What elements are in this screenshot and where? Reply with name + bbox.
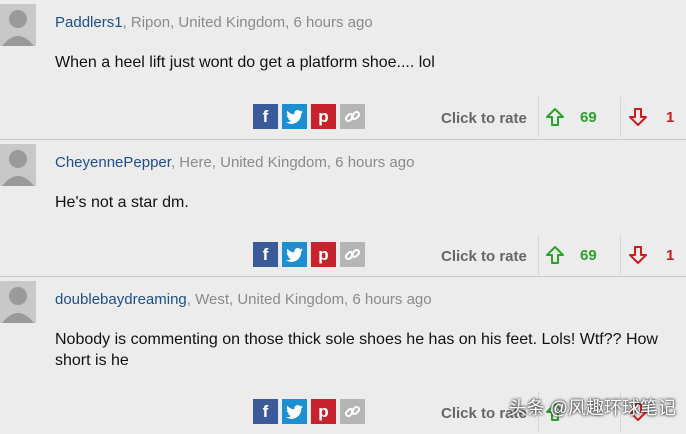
pinterest-share-button[interactable]: p bbox=[311, 104, 336, 129]
downvote-count: 1 bbox=[666, 247, 675, 264]
username-link[interactable]: CheyennePepper bbox=[55, 154, 171, 171]
twitter-bird-icon bbox=[286, 247, 303, 262]
comment-actions: f p Click to rate 69 1 bbox=[0, 233, 686, 277]
username-link[interactable]: doublebaydreaming bbox=[55, 291, 187, 308]
comment-meta: Paddlers1, Ripon, United Kingdom, 6 hour… bbox=[55, 14, 373, 31]
share-buttons: f p bbox=[253, 104, 365, 129]
twitter-bird-icon bbox=[286, 109, 303, 124]
comment-location-time: , Here, United Kingdom, 6 hours ago bbox=[170, 154, 415, 171]
twitter-bird-icon bbox=[286, 404, 303, 419]
twitter-share-button[interactable] bbox=[282, 104, 307, 129]
upvote-count: 69 bbox=[580, 109, 597, 126]
twitter-share-button[interactable] bbox=[282, 399, 307, 424]
share-buttons: f p bbox=[253, 242, 365, 267]
copy-link-button[interactable] bbox=[340, 242, 365, 267]
facebook-share-button[interactable]: f bbox=[253, 104, 278, 129]
avatar-silhouette-icon bbox=[0, 4, 36, 46]
divider bbox=[538, 97, 539, 137]
divider bbox=[620, 235, 621, 275]
avatar[interactable] bbox=[0, 144, 36, 186]
link-icon bbox=[344, 248, 361, 261]
comment-location-time: , Ripon, United Kingdom, 6 hours ago bbox=[122, 14, 373, 31]
avatar-silhouette-icon bbox=[0, 281, 36, 323]
watermark: 头条 @风趣环球笔记 bbox=[508, 398, 676, 418]
facebook-share-button[interactable]: f bbox=[253, 242, 278, 267]
pinterest-share-button[interactable]: p bbox=[311, 399, 336, 424]
share-buttons: f p bbox=[253, 399, 365, 424]
link-icon bbox=[344, 405, 361, 418]
twitter-share-button[interactable] bbox=[282, 242, 307, 267]
arrow-down-icon bbox=[629, 246, 647, 264]
arrow-down-icon bbox=[629, 108, 647, 126]
click-to-rate-label: Click to rate bbox=[441, 110, 527, 127]
comment-text: When a heel lift just wont do get a plat… bbox=[55, 54, 435, 71]
downvote-count: 1 bbox=[666, 109, 675, 126]
thumbs-up-button[interactable] bbox=[545, 107, 565, 132]
divider bbox=[538, 235, 539, 275]
comment-actions: f p Click to rate 69 1 bbox=[0, 95, 686, 139]
facebook-share-button[interactable]: f bbox=[253, 399, 278, 424]
avatar-silhouette-icon bbox=[0, 144, 36, 186]
comment-meta: doublebaydreaming, West, United Kingdom,… bbox=[55, 291, 432, 308]
comment-text: Nobody is commenting on those thick sole… bbox=[55, 331, 658, 369]
click-to-rate-label: Click to rate bbox=[441, 248, 527, 265]
upvote-count: 69 bbox=[580, 247, 597, 264]
comment-2: CheyennePepper, Here, United Kingdom, 6 … bbox=[0, 139, 686, 277]
thumbs-down-button[interactable] bbox=[628, 245, 648, 270]
comment-location-time: , West, United Kingdom, 6 hours ago bbox=[186, 291, 432, 308]
pinterest-share-button[interactable]: p bbox=[311, 242, 336, 267]
thumbs-up-button[interactable] bbox=[545, 245, 565, 270]
username-link[interactable]: Paddlers1 bbox=[55, 14, 123, 31]
avatar[interactable] bbox=[0, 281, 36, 323]
arrow-up-icon bbox=[546, 246, 564, 264]
arrow-up-icon bbox=[546, 108, 564, 126]
avatar[interactable] bbox=[0, 4, 36, 46]
thumbs-down-button[interactable] bbox=[628, 107, 648, 132]
comment-1: Paddlers1, Ripon, United Kingdom, 6 hour… bbox=[0, 0, 686, 139]
link-icon bbox=[344, 110, 361, 123]
copy-link-button[interactable] bbox=[340, 399, 365, 424]
comment-meta: CheyennePepper, Here, United Kingdom, 6 … bbox=[55, 154, 414, 171]
copy-link-button[interactable] bbox=[340, 104, 365, 129]
divider bbox=[620, 97, 621, 137]
comment-text: He's not a star dm. bbox=[55, 194, 189, 211]
